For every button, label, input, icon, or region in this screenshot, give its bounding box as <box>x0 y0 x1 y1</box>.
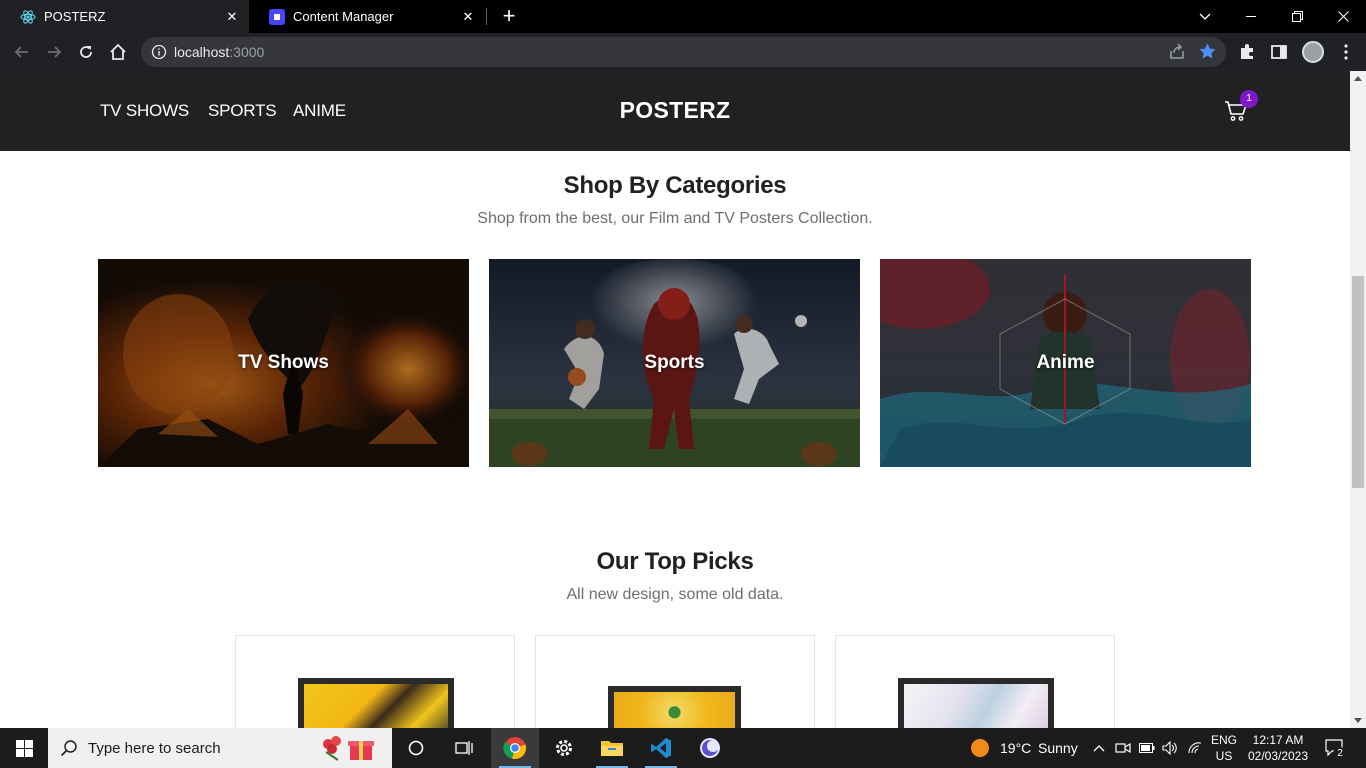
product-card[interactable] <box>235 635 515 728</box>
cortana-circle-icon[interactable] <box>392 728 440 768</box>
notifications-count: 2 <box>1333 747 1347 761</box>
info-icon[interactable] <box>151 44 167 60</box>
scrollbar-thumb[interactable] <box>1352 276 1364 488</box>
forward-arrow-icon[interactable] <box>42 40 66 64</box>
volume-icon[interactable] <box>1162 740 1178 756</box>
top-picks-subtitle: All new design, some old data. <box>566 586 784 603</box>
restore-icon[interactable] <box>1274 0 1320 33</box>
site-logo[interactable]: POSTERZ <box>0 97 1350 124</box>
url-text: localhost:3000 <box>174 44 265 60</box>
page-scrollbar[interactable] <box>1350 71 1366 728</box>
top-picks-title: Our Top Picks <box>596 548 754 575</box>
extensions-puzzle-icon[interactable] <box>1237 42 1257 62</box>
task-view-icon[interactable] <box>440 728 488 768</box>
tab-posterz[interactable]: POSTERZ ✕ <box>0 0 249 33</box>
address-bar[interactable]: localhost:3000 <box>141 37 1226 67</box>
minimize-icon[interactable] <box>1228 0 1274 33</box>
cart-count-badge: 1 <box>1240 90 1258 108</box>
categories-subtitle: Shop from the best, our Film and TV Post… <box>477 210 873 227</box>
category-label-anime: Anime <box>1036 352 1095 373</box>
home-icon[interactable] <box>106 40 130 64</box>
browser-tab-bar: POSTERZ ✕ Content Manager ✕ + <box>0 0 1366 33</box>
weather-sun-icon[interactable] <box>970 738 990 758</box>
back-arrow-icon[interactable] <box>10 40 34 64</box>
browser-toolbar: localhost:3000 <box>0 33 1366 71</box>
product-image <box>898 678 1054 728</box>
file-explorer-icon[interactable] <box>588 728 636 768</box>
share-icon[interactable] <box>1168 43 1186 61</box>
category-card-tv-shows[interactable]: TV Shows <box>98 259 469 467</box>
language-indicator-top[interactable]: ENG <box>1208 733 1240 747</box>
taskbar-search-box[interactable]: Type here to search <box>48 728 392 768</box>
category-label-sports: Sports <box>644 352 705 373</box>
categories-title: Shop By Categories <box>563 172 787 199</box>
clock-time[interactable]: 12:17 AM <box>1244 733 1312 747</box>
side-panel-icon[interactable] <box>1269 42 1289 62</box>
clock-date[interactable]: 02/03/2023 <box>1244 749 1312 763</box>
category-card-sports[interactable]: Sports <box>489 259 860 467</box>
product-card[interactable] <box>535 635 815 728</box>
weather-temperature[interactable]: 19°C <box>1000 740 1031 756</box>
battery-icon[interactable] <box>1139 740 1155 756</box>
search-placeholder: Type here to search <box>88 740 221 757</box>
weather-description[interactable]: Sunny <box>1038 740 1078 756</box>
reload-icon[interactable] <box>74 40 98 64</box>
menu-kebab-icon[interactable] <box>1336 42 1356 62</box>
strapi-icon <box>269 8 285 25</box>
windows-start-icon[interactable] <box>0 728 48 768</box>
tab-divider <box>486 8 487 25</box>
site-header: TV SHOWS SPORTS ANIME POSTERZ 1 <box>0 71 1350 151</box>
scroll-up-arrow-icon[interactable] <box>1354 76 1362 81</box>
scroll-down-arrow-icon[interactable] <box>1354 718 1362 723</box>
tab-title: POSTERZ <box>44 9 106 24</box>
new-tab-plus-icon[interactable]: + <box>498 5 520 27</box>
vscode-icon[interactable] <box>637 728 685 768</box>
settings-gear-icon[interactable] <box>540 728 588 768</box>
profile-avatar[interactable] <box>1302 41 1324 63</box>
tab-content-manager[interactable]: Content Manager ✕ <box>249 0 485 33</box>
search-icon <box>60 739 78 757</box>
language-indicator-bottom[interactable]: US <box>1208 749 1240 763</box>
flowers-gift-icon <box>318 734 380 762</box>
page-viewport: TV SHOWS SPORTS ANIME POSTERZ 1 Shop By … <box>0 71 1350 728</box>
chevron-up-icon[interactable] <box>1091 740 1107 756</box>
tab-title: Content Manager <box>293 9 394 24</box>
product-image <box>298 678 454 728</box>
category-label-tv-shows: TV Shows <box>238 352 329 373</box>
chrome-icon[interactable] <box>491 728 539 768</box>
windows-taskbar: Type here to search 19°C Sunny ENG US 12… <box>0 728 1366 768</box>
window-close-icon[interactable] <box>1320 0 1366 33</box>
meet-now-icon[interactable] <box>1115 740 1131 756</box>
category-card-anime[interactable]: Anime <box>880 259 1251 467</box>
product-card[interactable] <box>835 635 1115 728</box>
close-icon[interactable]: ✕ <box>223 8 241 26</box>
bookmark-star-icon[interactable] <box>1198 42 1217 61</box>
tab-search-chevron-icon[interactable] <box>1182 0 1228 33</box>
react-icon <box>20 9 36 25</box>
close-icon[interactable]: ✕ <box>459 8 477 26</box>
wifi-icon[interactable] <box>1187 740 1203 756</box>
product-image <box>608 686 741 728</box>
app-moon-icon[interactable] <box>686 728 734 768</box>
